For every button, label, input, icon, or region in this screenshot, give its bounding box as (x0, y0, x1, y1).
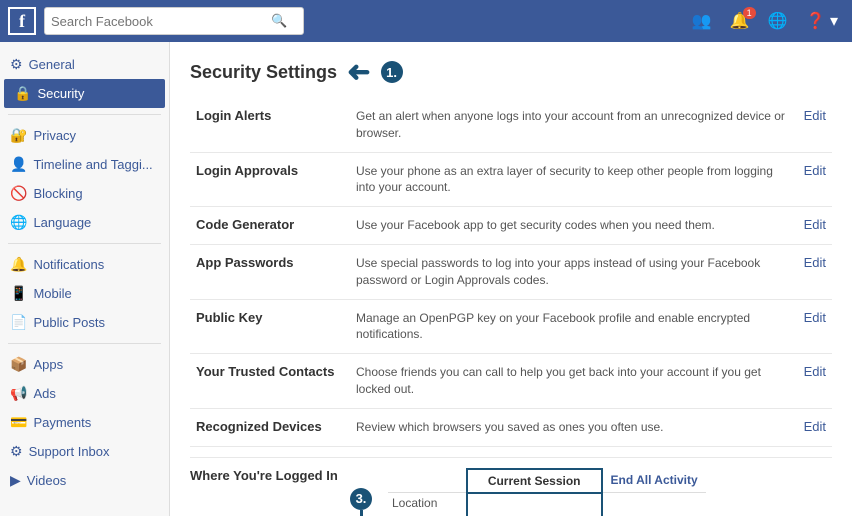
logged-in-header: Where You're Logged In (190, 468, 350, 483)
sidebar-item-support[interactable]: ⚙ Support Inbox (0, 437, 169, 466)
sidebar: ⚙ General 🔒 Security 🔐 Privacy 👤 Timelin… (0, 42, 170, 516)
sidebar-item-public-posts[interactable]: 📄 Public Posts (0, 308, 169, 337)
mobile-icon: 📱 (10, 285, 27, 302)
apps-icon: 📦 (10, 356, 27, 373)
sidebar-item-apps[interactable]: 📦 Apps (0, 350, 169, 379)
row-desc-trusted-contacts: Choose friends you can call to help you … (350, 354, 798, 409)
nav-right-icons: 👥 🔔 1 🌐 ❓ ▾ (686, 7, 844, 35)
privacy-icon: 🔐 (10, 127, 27, 144)
col-location (388, 469, 467, 493)
content-area: Security Settings ➜ 1. Login Alerts Get … (170, 42, 852, 516)
sidebar-item-mobile[interactable]: 📱 Mobile (0, 279, 169, 308)
row-desc-public-key: Manage an OpenPGP key on your Facebook p… (350, 299, 798, 354)
edit-public-key[interactable]: Edit (798, 299, 832, 354)
row-label-code-generator: Code Generator (190, 207, 350, 245)
main-layout: ⚙ General 🔒 Security 🔐 Privacy 👤 Timelin… (0, 42, 852, 516)
sidebar-item-payments[interactable]: 💳 Payments (0, 408, 169, 437)
search-bar[interactable]: 🔍 (44, 7, 304, 35)
gear-icon: ⚙ (10, 56, 23, 73)
table-row: Your Trusted Contacts Choose friends you… (190, 354, 832, 409)
search-input[interactable] (51, 14, 271, 29)
table-row: Login Approvals Use your phone as an ext… (190, 152, 832, 207)
sidebar-item-privacy[interactable]: 🔐 Privacy (0, 121, 169, 150)
table-row: Code Generator Use your Facebook app to … (190, 207, 832, 245)
blocking-icon: 🚫 (10, 185, 27, 202)
language-icon: 🌐 (10, 214, 27, 231)
ads-icon: 📢 (10, 385, 27, 402)
row-label-trusted-contacts: Your Trusted Contacts (190, 354, 350, 409)
notifications-icon: 🔔 (10, 256, 27, 273)
edit-login-approvals[interactable]: Edit (798, 152, 832, 207)
sidebar-item-timeline[interactable]: 👤 Timeline and Taggi... (0, 150, 169, 179)
top-navigation: f 🔍 👥 🔔 1 🌐 ❓ ▾ (0, 0, 852, 42)
sidebar-item-notifications[interactable]: 🔔 Notifications (0, 250, 169, 279)
edit-code-generator[interactable]: Edit (798, 207, 832, 245)
sidebar-item-blocking[interactable]: 🚫 Blocking (0, 179, 169, 208)
arrow-annotation-1: ➜ (347, 58, 370, 86)
page-title-text: Security Settings (190, 62, 337, 83)
settings-table: Login Alerts Get an alert when anyone lo… (190, 98, 832, 447)
table-row: Login Alerts Get an alert when anyone lo… (190, 98, 832, 152)
row-label-location: Location (388, 493, 467, 514)
step3-badge: 3. (350, 488, 372, 510)
table-row: Recognized Devices Review which browsers… (190, 408, 832, 446)
edit-app-passwords[interactable]: Edit (798, 244, 832, 299)
sidebar-divider (8, 114, 161, 115)
videos-icon: ▶ (10, 472, 21, 489)
edit-recognized-devices[interactable]: Edit (798, 408, 832, 446)
sidebar-item-security[interactable]: 🔒 Security (4, 79, 165, 108)
page-title-row: Security Settings ➜ 1. (190, 58, 832, 86)
help-icon[interactable]: ❓ ▾ (800, 7, 844, 35)
sidebar-divider-2 (8, 243, 161, 244)
edit-trusted-contacts[interactable]: Edit (798, 354, 832, 409)
friends-icon[interactable]: 👥 (686, 7, 718, 35)
step1-badge: 1. (381, 61, 403, 83)
table-row: App Passwords Use special passwords to l… (190, 244, 832, 299)
notification-badge: 1 (743, 7, 756, 19)
row-label-login-approvals: Login Approvals (190, 152, 350, 207)
table-row: Public Key Manage an OpenPGP key on your… (190, 299, 832, 354)
row-desc-code-generator: Use your Facebook app to get security co… (350, 207, 798, 245)
payments-icon: 💳 (10, 414, 27, 431)
sidebar-item-general[interactable]: ⚙ General (0, 50, 169, 79)
row-label-app-passwords: App Passwords (190, 244, 350, 299)
row-label-public-key: Public Key (190, 299, 350, 354)
row-desc-login-alerts: Get an alert when anyone logs into your … (350, 98, 798, 152)
notification-icon[interactable]: 🔔 1 (724, 7, 756, 35)
row-desc-recognized-devices: Review which browsers you saved as ones … (350, 408, 798, 446)
col-end-all[interactable]: End All Activity (602, 469, 706, 493)
location-value (467, 493, 602, 514)
facebook-logo: f (8, 7, 36, 35)
session-table: Current Session End All Activity Locatio… (388, 468, 706, 516)
timeline-icon: 👤 (10, 156, 27, 173)
support-icon: ⚙ (10, 443, 23, 460)
row-label-login-alerts: Login Alerts (190, 98, 350, 152)
sidebar-item-language[interactable]: 🌐 Language (0, 208, 169, 237)
globe-icon[interactable]: 🌐 (762, 7, 794, 35)
publicposts-icon: 📄 (10, 314, 27, 331)
sidebar-item-ads[interactable]: 📢 Ads (0, 379, 169, 408)
row-desc-app-passwords: Use special passwords to log into your a… (350, 244, 798, 299)
col-current-session: Current Session (467, 469, 602, 493)
row-label-recognized-devices: Recognized Devices (190, 408, 350, 446)
row-desc-login-approvals: Use your phone as an extra layer of secu… (350, 152, 798, 207)
sidebar-item-videos[interactable]: ▶ Videos (0, 466, 169, 495)
sidebar-divider-3 (8, 343, 161, 344)
lock-icon: 🔒 (14, 85, 31, 102)
edit-login-alerts[interactable]: Edit (798, 98, 832, 152)
search-icon: 🔍 (271, 13, 287, 29)
